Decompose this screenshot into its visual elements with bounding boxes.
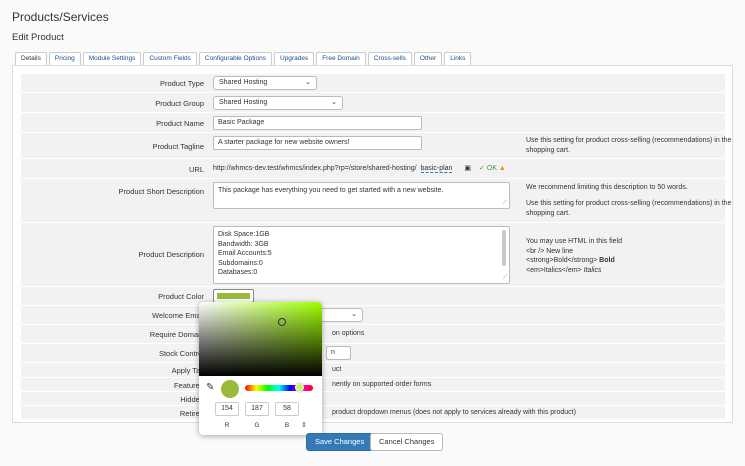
row-short-description: Product Short Description This package h… bbox=[21, 178, 731, 222]
chevron-down-icon: ⌄ bbox=[305, 79, 311, 86]
row-description: Product Description Disk Space:1GB Bandw… bbox=[21, 222, 725, 286]
short-description-label: Product Short Description bbox=[118, 187, 204, 196]
red-input[interactable]: 154 bbox=[215, 402, 239, 416]
row-apply-tax: Apply Tax uct bbox=[21, 362, 725, 377]
chevron-down-icon: ⌄ bbox=[351, 311, 357, 318]
product-type-select[interactable]: Shared Hosting ⌄ bbox=[213, 76, 317, 90]
description-help: You may use HTML in this field <br /> Ne… bbox=[526, 238, 622, 274]
eyedropper-icon[interactable]: ✎ bbox=[206, 382, 214, 393]
page-title: Products/Services bbox=[12, 10, 109, 24]
row-url: URL http://whmcs-dev.test/whmcs/index.ph… bbox=[21, 158, 725, 178]
tagline-help: Use this setting for product cross-selli… bbox=[526, 137, 732, 154]
featured-text: nently on supported order forms bbox=[332, 381, 432, 388]
tab-upgrades[interactable]: Upgrades bbox=[274, 52, 315, 65]
tab-pricing[interactable]: Pricing bbox=[48, 52, 81, 65]
resize-handle-icon[interactable]: ⟋ bbox=[503, 199, 507, 209]
require-domain-text: on options bbox=[332, 330, 365, 337]
scrollbar[interactable] bbox=[502, 230, 506, 266]
product-group-select[interactable]: Shared Hosting ⌄ bbox=[213, 96, 343, 110]
resize-handle-icon[interactable]: ⟋ bbox=[503, 274, 507, 284]
row-product-group: Product Group Shared Hosting ⌄ bbox=[21, 92, 725, 112]
warning-icon: ▲ bbox=[498, 165, 506, 172]
row-product-type: Product Type Shared Hosting ⌄ bbox=[21, 73, 725, 92]
cancel-changes-button[interactable]: Cancel Changes bbox=[370, 433, 444, 451]
format-toggle-icon[interactable]: ⇕ bbox=[301, 421, 307, 429]
url-slug[interactable]: basic-plan bbox=[420, 165, 453, 173]
require-domain-label: Require Domain bbox=[149, 330, 204, 339]
short-description-textarea[interactable]: This package has everything you need to … bbox=[213, 182, 510, 209]
row-product-tagline: Product Tagline A starter package for ne… bbox=[21, 132, 731, 158]
product-tagline-label: Product Tagline bbox=[152, 142, 204, 151]
page-subtitle: Edit Product bbox=[12, 32, 64, 43]
blue-input[interactable]: 58 bbox=[275, 402, 299, 416]
product-name-label: Product Name bbox=[156, 119, 204, 128]
row-hidden: Hidden bbox=[21, 391, 725, 405]
row-featured: Featured nently on supported order forms bbox=[21, 377, 725, 391]
details-panel: Product Type Shared Hosting ⌄ Product Gro… bbox=[12, 65, 733, 423]
saturation-area[interactable] bbox=[199, 302, 322, 376]
tab-links[interactable]: Links bbox=[444, 52, 472, 65]
stock-control-label: Stock Control bbox=[158, 349, 204, 358]
saturation-thumb[interactable] bbox=[278, 318, 286, 326]
url-label: URL bbox=[188, 165, 204, 174]
welcome-email-label: Welcome Email bbox=[152, 311, 204, 320]
chevron-down-icon: ⌄ bbox=[331, 99, 337, 106]
row-require-domain: Require Domain on options bbox=[21, 324, 725, 343]
tab-free-domain[interactable]: Free Domain bbox=[316, 52, 366, 65]
green-label: G bbox=[254, 422, 260, 429]
retired-text: product dropdown menus (does not apply t… bbox=[332, 409, 576, 416]
clipboard-icon[interactable]: ▣ bbox=[464, 165, 471, 172]
short-description-help-1: We recommend limiting this description t… bbox=[526, 184, 688, 191]
row-product-color: Product Color bbox=[21, 286, 725, 305]
description-label: Product Description bbox=[138, 250, 204, 259]
row-stock-control: Stock Control n bbox=[21, 343, 725, 362]
red-label: R bbox=[224, 422, 230, 429]
tab-cross-sells[interactable]: Cross-sells bbox=[367, 52, 412, 65]
tab-other[interactable]: Other bbox=[413, 52, 443, 65]
product-type-label: Product Type bbox=[159, 79, 204, 88]
tab-details[interactable]: Details bbox=[15, 52, 47, 66]
color-picker-popover: ✎ 154 187 58 R G B ⇕ bbox=[199, 302, 322, 435]
product-name-input[interactable]: Basic Package bbox=[213, 116, 422, 130]
product-color-label: Product Color bbox=[158, 292, 204, 301]
hue-slider[interactable] bbox=[245, 383, 313, 392]
tab-custom-fields[interactable]: Custom Fields bbox=[143, 52, 197, 65]
row-product-name: Product Name Basic Package bbox=[21, 112, 725, 132]
blue-label: B bbox=[284, 422, 290, 429]
product-color-swatch[interactable] bbox=[213, 289, 254, 303]
green-input[interactable]: 187 bbox=[245, 402, 269, 416]
product-tagline-input[interactable]: A starter package for new website owners… bbox=[213, 136, 422, 150]
stock-quantity-input[interactable]: n bbox=[326, 346, 351, 360]
url-status: OK bbox=[486, 165, 497, 172]
tab-module-settings[interactable]: Module Settings bbox=[82, 52, 142, 65]
save-changes-button[interactable]: Save Changes bbox=[306, 433, 374, 451]
product-group-label: Product Group bbox=[155, 99, 204, 108]
apply-tax-text: uct bbox=[332, 366, 342, 373]
description-textarea[interactable]: Disk Space:1GB Bandwidth: 3GB Email Acco… bbox=[213, 226, 510, 284]
row-welcome-email: Welcome Email ⌄ bbox=[21, 305, 725, 324]
check-icon: ✓ bbox=[478, 165, 485, 172]
row-retired: Retired product dropdown menus (does not… bbox=[21, 405, 725, 419]
url-prefix: http://whmcs-dev.test/whmcs/index.php?rp… bbox=[213, 165, 417, 172]
url-field: http://whmcs-dev.test/whmcs/index.php?rp… bbox=[213, 164, 506, 173]
short-description-help-2: Use this setting for product cross-selli… bbox=[526, 200, 732, 217]
tab-bar: Details Pricing Module Settings Custom F… bbox=[15, 52, 472, 66]
current-color-preview bbox=[221, 380, 239, 398]
tab-configurable-options[interactable]: Configurable Options bbox=[198, 52, 272, 65]
hue-slider-thumb[interactable] bbox=[295, 383, 304, 392]
